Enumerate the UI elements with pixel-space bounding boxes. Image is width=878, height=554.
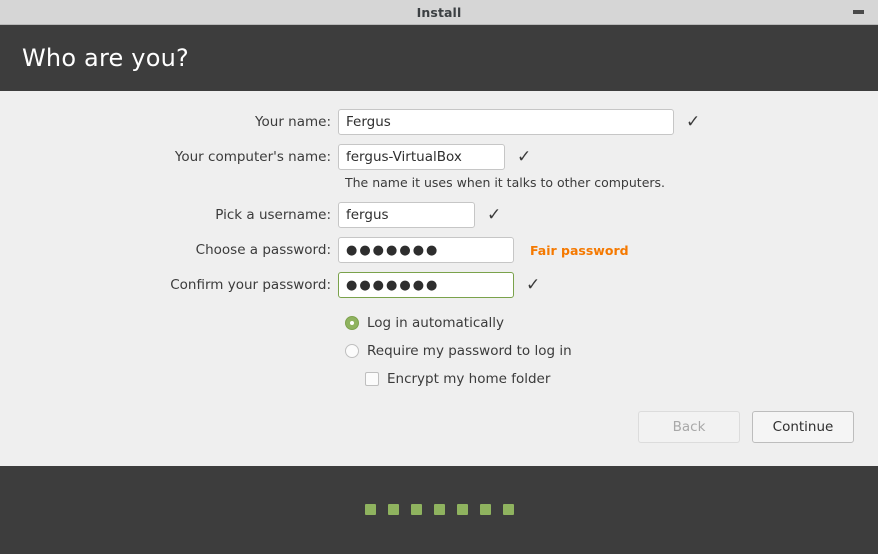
- action-buttons: Back Continue: [638, 411, 854, 443]
- field-wrap-confirm-password: ✓: [338, 272, 542, 298]
- minimize-icon[interactable]: [853, 10, 864, 14]
- install-window: Install Who are you? Your name: ✓ Your c…: [0, 0, 878, 554]
- your-name-input[interactable]: [338, 109, 674, 135]
- option-require-password[interactable]: Require my password to log in: [345, 340, 878, 362]
- username-input[interactable]: [338, 202, 475, 228]
- label-log-in-automatically: Log in automatically: [367, 315, 505, 331]
- field-row-computer-name: Your computer's name: ✓: [0, 144, 878, 170]
- computer-name-hint-row: The name it uses when it talks to other …: [0, 175, 878, 190]
- confirm-password-input[interactable]: [338, 272, 514, 298]
- progress-dot: [364, 503, 376, 515]
- progress-dot: [387, 503, 399, 515]
- field-wrap-your-name: ✓: [338, 109, 702, 135]
- page-header: Who are you?: [0, 25, 878, 91]
- checkmark-icon-confirm-password: ✓: [526, 274, 541, 295]
- checkmark-icon-your-name: ✓: [686, 111, 701, 132]
- computer-name-input[interactable]: [338, 144, 505, 170]
- login-options: Log in automatically Require my password…: [0, 312, 878, 390]
- field-wrap-password: Fair password: [338, 237, 629, 263]
- radio-require-password[interactable]: [345, 344, 359, 358]
- label-your-name: Your name:: [255, 114, 331, 130]
- progress-dot: [410, 503, 422, 515]
- label-computer-name: Your computer's name:: [174, 149, 331, 165]
- user-form: Your name: ✓ Your computer's name: ✓ The…: [0, 91, 878, 390]
- window-controls: [853, 0, 864, 24]
- continue-button[interactable]: Continue: [752, 411, 854, 443]
- hint-spacer: [0, 175, 338, 190]
- field-wrap-computer-name: ✓: [338, 144, 533, 170]
- label-require-password: Require my password to log in: [367, 343, 572, 359]
- field-row-password: Choose a password: Fair password: [0, 237, 878, 263]
- option-log-in-automatically[interactable]: Log in automatically: [345, 312, 878, 334]
- label-username: Pick a username:: [215, 207, 331, 223]
- progress-footer: [0, 466, 878, 554]
- field-row-your-name: Your name: ✓: [0, 109, 878, 135]
- option-encrypt-home[interactable]: Encrypt my home folder: [345, 368, 878, 390]
- window-titlebar: Install: [0, 0, 878, 25]
- radio-log-in-automatically[interactable]: [345, 316, 359, 330]
- field-row-confirm-password: Confirm your password: ✓: [0, 272, 878, 298]
- password-input[interactable]: [338, 237, 514, 263]
- computer-name-hint: The name it uses when it talks to other …: [345, 175, 666, 190]
- label-password: Choose a password:: [195, 242, 331, 258]
- back-button[interactable]: Back: [638, 411, 740, 443]
- field-row-username: Pick a username: ✓: [0, 202, 878, 228]
- label-encrypt-home: Encrypt my home folder: [387, 371, 551, 387]
- checkmark-icon-username: ✓: [487, 204, 502, 225]
- label-confirm-password: Confirm your password:: [170, 277, 331, 293]
- progress-dot: [433, 503, 445, 515]
- progress-dot: [479, 503, 491, 515]
- field-wrap-username: ✓: [338, 202, 503, 228]
- password-strength-badge: Fair password: [530, 242, 629, 258]
- progress-dot: [502, 503, 514, 515]
- main-content: Your name: ✓ Your computer's name: ✓ The…: [0, 91, 878, 466]
- checkbox-encrypt-home[interactable]: [365, 372, 379, 386]
- checkmark-icon-computer-name: ✓: [517, 146, 532, 167]
- page-title: Who are you?: [22, 44, 189, 72]
- window-title: Install: [416, 4, 462, 20]
- progress-dots: [364, 503, 514, 517]
- progress-dot: [456, 503, 468, 515]
